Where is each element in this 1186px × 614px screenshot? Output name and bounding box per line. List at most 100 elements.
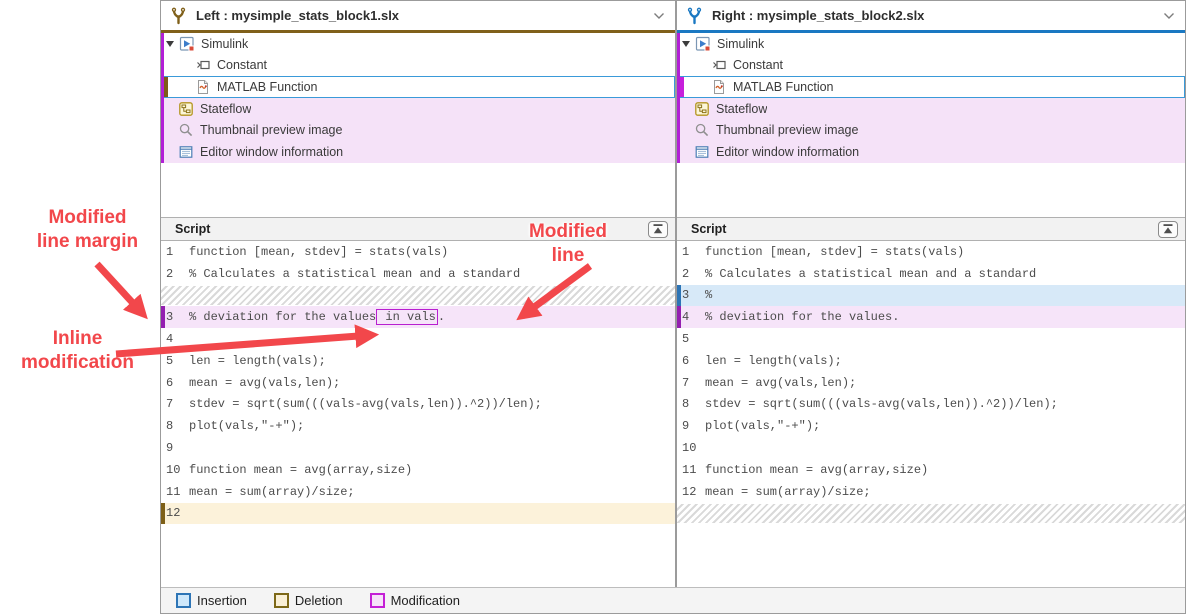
code-line-5: 5len = length(vals); — [161, 350, 675, 372]
tree-item-label: Simulink — [717, 37, 764, 51]
code-text: len = length(vals); — [189, 354, 326, 368]
right-file-selector[interactable]: Right : mysimple_stats_block2.slx — [677, 1, 1185, 33]
tree-item-thumbnail-preview-image[interactable]: Thumbnail preview image — [677, 120, 1185, 142]
placeholder-row — [677, 504, 1185, 524]
annotation-text: modification — [0, 351, 155, 375]
collapse-panel-button[interactable] — [1158, 221, 1178, 238]
tree-item-editor-window-information[interactable]: Editor window information — [677, 141, 1185, 163]
line-number: 2 — [677, 267, 705, 281]
script-title: Script — [691, 222, 1158, 236]
tree-item-label: Stateflow — [200, 102, 251, 116]
tree-item-label: Stateflow — [716, 102, 767, 116]
code-line-6: 6mean = avg(vals,len); — [161, 372, 675, 394]
diff-margin-bar — [677, 306, 681, 328]
line-number: 11 — [677, 463, 705, 477]
code-line-11: 11function mean = avg(array,size) — [677, 459, 1185, 481]
right-tree: Simulink Constant MATLAB Function Stateflow… — [677, 33, 1185, 163]
line-number: 6 — [677, 354, 705, 368]
code-text: % deviation for the values in vals. — [189, 310, 445, 324]
left-file-selector[interactable]: Left : mysimple_stats_block1.slx — [161, 1, 675, 33]
code-line-7: 7mean = avg(vals,len); — [677, 372, 1185, 394]
tree-item-constant[interactable]: Constant — [677, 55, 1185, 77]
compare-branch-icon — [686, 7, 703, 25]
tree-item-editor-window-information[interactable]: Editor window information — [161, 141, 675, 163]
line-number: 7 — [677, 376, 705, 390]
code-text: % Calculates a statistical mean and a st… — [189, 267, 520, 281]
expander-icon[interactable] — [166, 41, 174, 47]
compare-branch-icon — [170, 7, 187, 25]
code-line-7: 7stdev = sqrt(sum(((vals-avg(vals,len)).… — [161, 394, 675, 416]
code-line-12[interactable]: 12 — [161, 503, 675, 525]
placeholder-row — [161, 286, 675, 306]
code-text: plot(vals,"-+"); — [705, 419, 820, 433]
line-number: 12 — [677, 485, 705, 499]
right-panel: Right : mysimple_stats_block2.slx Simuli… — [677, 1, 1185, 587]
expander-icon[interactable] — [682, 41, 690, 47]
tree-item-simulink[interactable]: Simulink — [161, 33, 675, 55]
line-number: 5 — [677, 332, 705, 346]
tree-item-label: Simulink — [201, 37, 248, 51]
editor-window-icon — [694, 144, 710, 160]
diff-legend: InsertionDeletionModification — [161, 587, 1185, 613]
line-number: 10 — [161, 463, 189, 477]
panels: Left : mysimple_stats_block1.slx Simulin… — [161, 1, 1185, 587]
annotation-text: line — [518, 244, 618, 268]
code-line-4: 4 — [161, 328, 675, 350]
right-script-header: Script — [677, 217, 1185, 241]
diff-margin-bar — [161, 306, 165, 328]
code-line-4[interactable]: 4% deviation for the values. — [677, 306, 1185, 328]
code-text: mean = avg(vals,len); — [189, 376, 340, 390]
annotation-text: Inline — [0, 327, 155, 351]
code-line-5: 5 — [677, 328, 1185, 350]
legend-swatch-insertion — [176, 593, 191, 608]
code-text: stdev = sqrt(sum(((vals-avg(vals,len)).^… — [189, 397, 542, 411]
code-text: len = length(vals); — [705, 354, 842, 368]
legend-item-modification: Modification — [370, 593, 460, 608]
line-number: 6 — [161, 376, 189, 390]
tree-item-stateflow[interactable]: Stateflow — [161, 98, 675, 120]
line-number: 8 — [677, 397, 705, 411]
code-line-11: 11mean = sum(array)/size; — [161, 481, 675, 503]
tree-item-constant[interactable]: Constant — [161, 55, 675, 77]
collapse-panel-button[interactable] — [648, 221, 668, 238]
chevron-down-icon[interactable] — [1163, 12, 1175, 20]
code-line-3[interactable]: 3% — [677, 285, 1185, 307]
diff-margin-bar — [161, 503, 165, 525]
code-text: stdev = sqrt(sum(((vals-avg(vals,len)).^… — [705, 397, 1058, 411]
magnifier-icon — [694, 122, 710, 138]
code-text: function [mean, stdev] = stats(vals) — [705, 245, 964, 259]
editor-window-icon — [178, 144, 194, 160]
tree-item-matlab-function[interactable]: MATLAB Function — [677, 76, 1185, 98]
tree-item-label: Constant — [733, 58, 783, 72]
matlab-function-icon — [711, 79, 727, 95]
stateflow-icon — [178, 101, 194, 117]
code-text: plot(vals,"-+"); — [189, 419, 304, 433]
line-number: 4 — [677, 310, 705, 324]
tree-item-thumbnail-preview-image[interactable]: Thumbnail preview image — [161, 120, 675, 142]
legend-swatch-deletion — [274, 593, 289, 608]
code-text: % Calculates a statistical mean and a st… — [705, 267, 1036, 281]
line-number: 11 — [161, 485, 189, 499]
code-text: % deviation for the values. — [705, 310, 899, 324]
constant-icon — [711, 57, 727, 73]
code-line-12: 12mean = sum(array)/size; — [677, 481, 1185, 503]
code-line-3[interactable]: 3% deviation for the values in vals. — [161, 306, 675, 328]
annotation-modified-line: Modified line — [518, 220, 618, 268]
tree-item-simulink[interactable]: Simulink — [677, 33, 1185, 55]
annotation-text: Modified — [518, 220, 618, 244]
left-script-section: Script 1function [mean, stdev] = stats(v… — [161, 217, 675, 587]
code-line-8: 8stdev = sqrt(sum(((vals-avg(vals,len)).… — [677, 394, 1185, 416]
tree-item-label: MATLAB Function — [733, 80, 834, 94]
tree-item-label: Constant — [217, 58, 267, 72]
code-line-10: 10 — [677, 437, 1185, 459]
code-text: % — [705, 288, 712, 302]
legend-item-deletion: Deletion — [274, 593, 343, 608]
tree-item-matlab-function[interactable]: MATLAB Function — [161, 76, 675, 98]
right-code-view: 1function [mean, stdev] = stats(vals)2% … — [677, 241, 1185, 587]
comparison-tool: Left : mysimple_stats_block1.slx Simulin… — [160, 0, 1186, 614]
line-number: 8 — [161, 419, 189, 433]
chevron-down-icon[interactable] — [653, 12, 665, 20]
tree-item-stateflow[interactable]: Stateflow — [677, 98, 1185, 120]
code-text: mean = avg(vals,len); — [705, 376, 856, 390]
line-number: 10 — [677, 441, 705, 455]
